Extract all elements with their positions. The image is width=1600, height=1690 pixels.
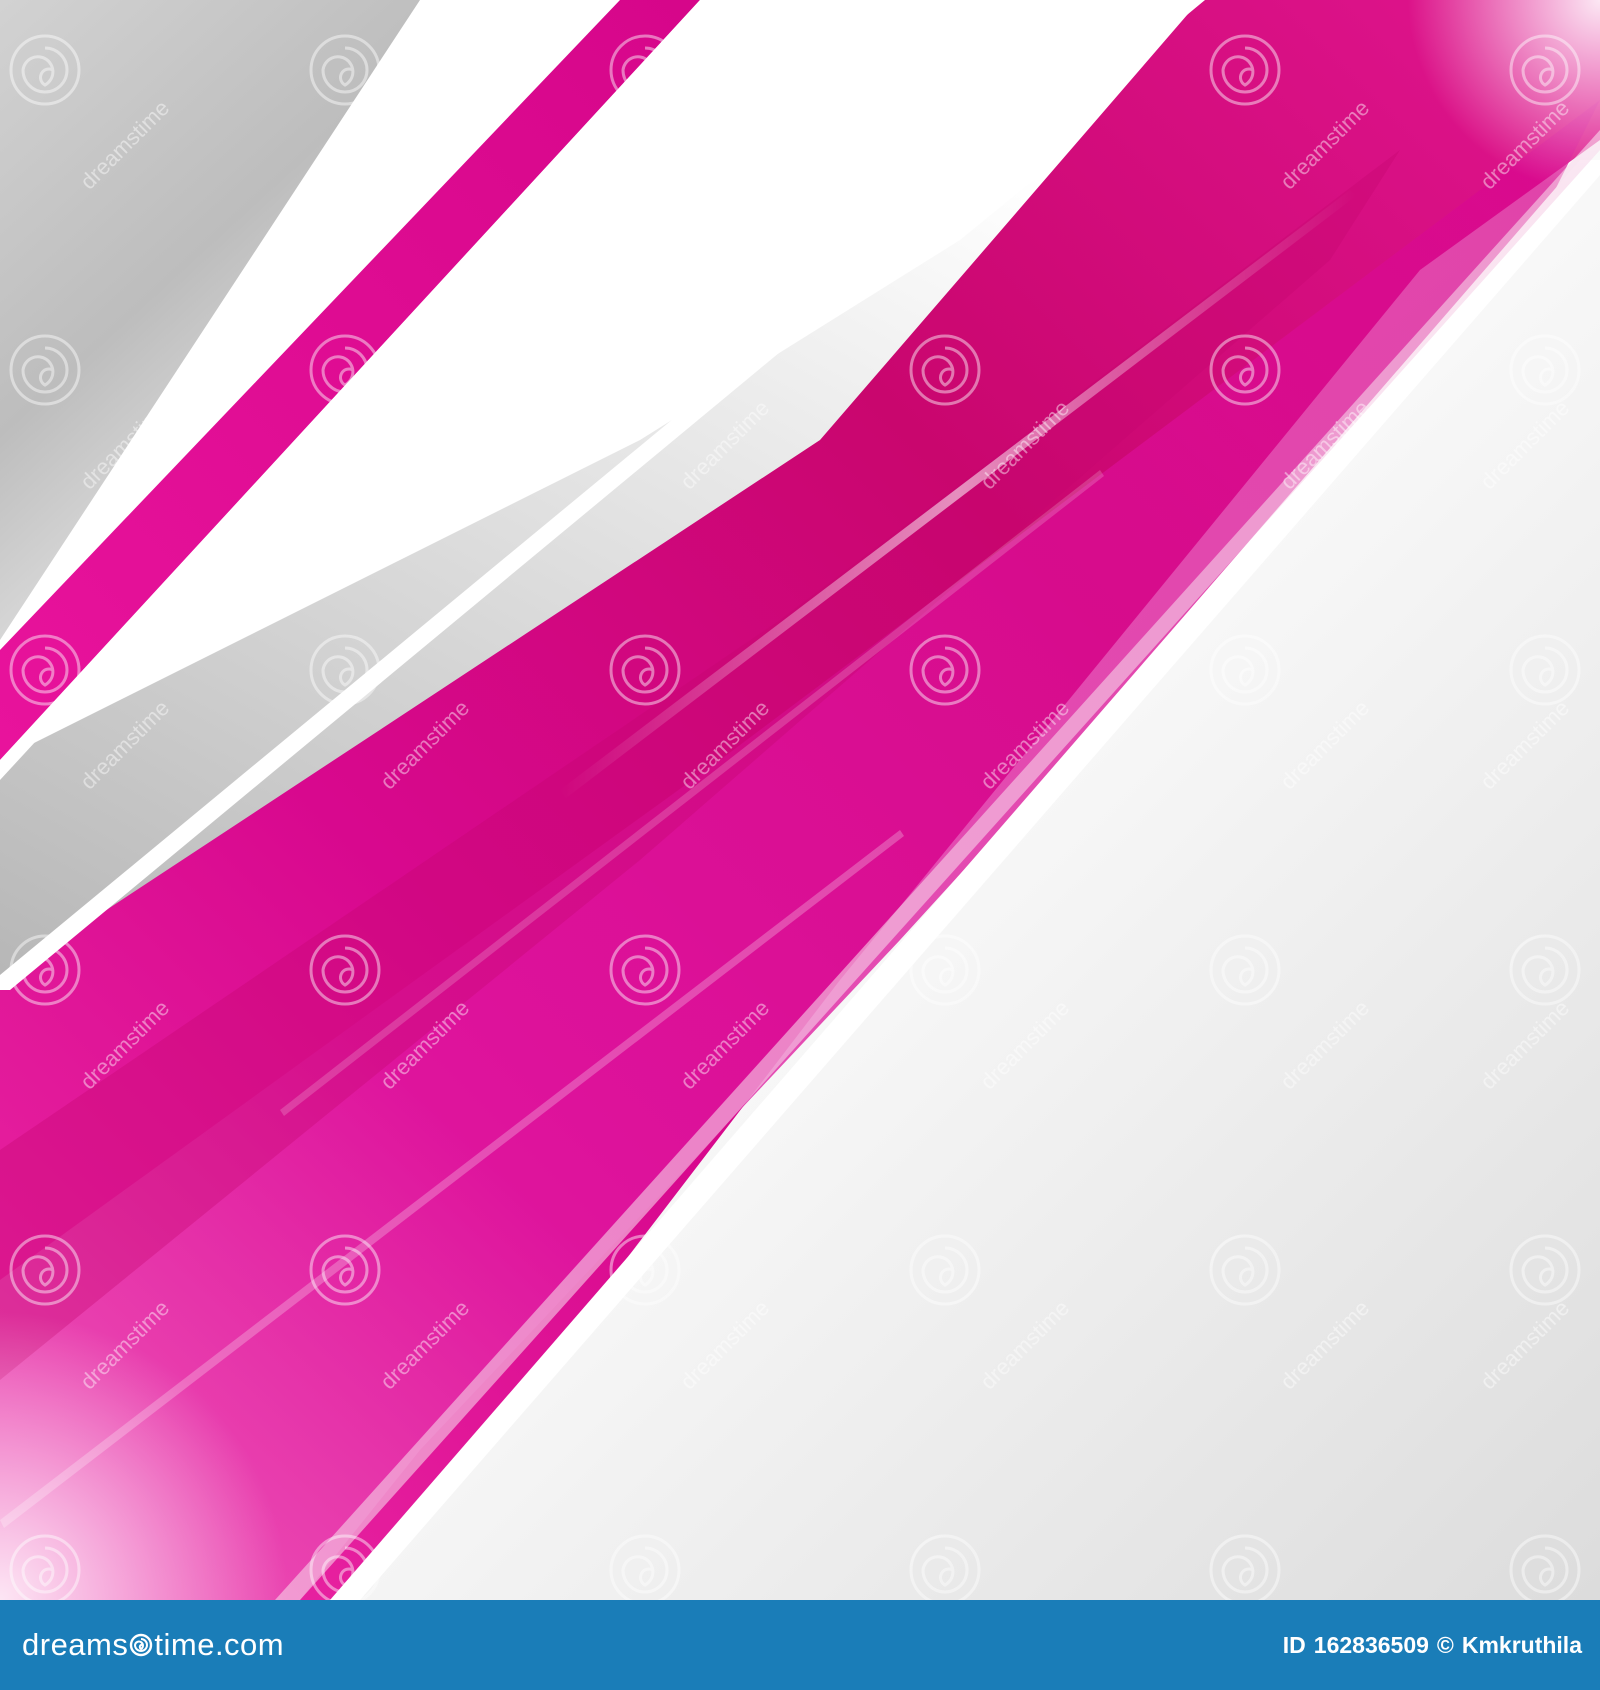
logo-text-start: dreams [22, 1627, 129, 1662]
author-name[interactable]: Kmkruthila [1462, 1632, 1582, 1659]
abstract-background-image [0, 0, 1600, 1600]
page: dreamstime dreamstime dreamstime dreamstime… [0, 0, 1600, 1690]
image-credit: ID 162836509 © Kmkruthila [1283, 1632, 1582, 1659]
spiral-icon [130, 1633, 153, 1657]
image-id: 162836509 [1313, 1631, 1429, 1658]
logo-text-end: time.com [154, 1627, 285, 1662]
image-id-label: ID [1282, 1631, 1306, 1658]
dreamstime-logo[interactable]: dreams time.com [22, 1627, 284, 1663]
copyright-symbol: © [1436, 1631, 1454, 1658]
footer-bar: dreams time.com ID 162836509 © Kmkruthil… [0, 1600, 1600, 1690]
